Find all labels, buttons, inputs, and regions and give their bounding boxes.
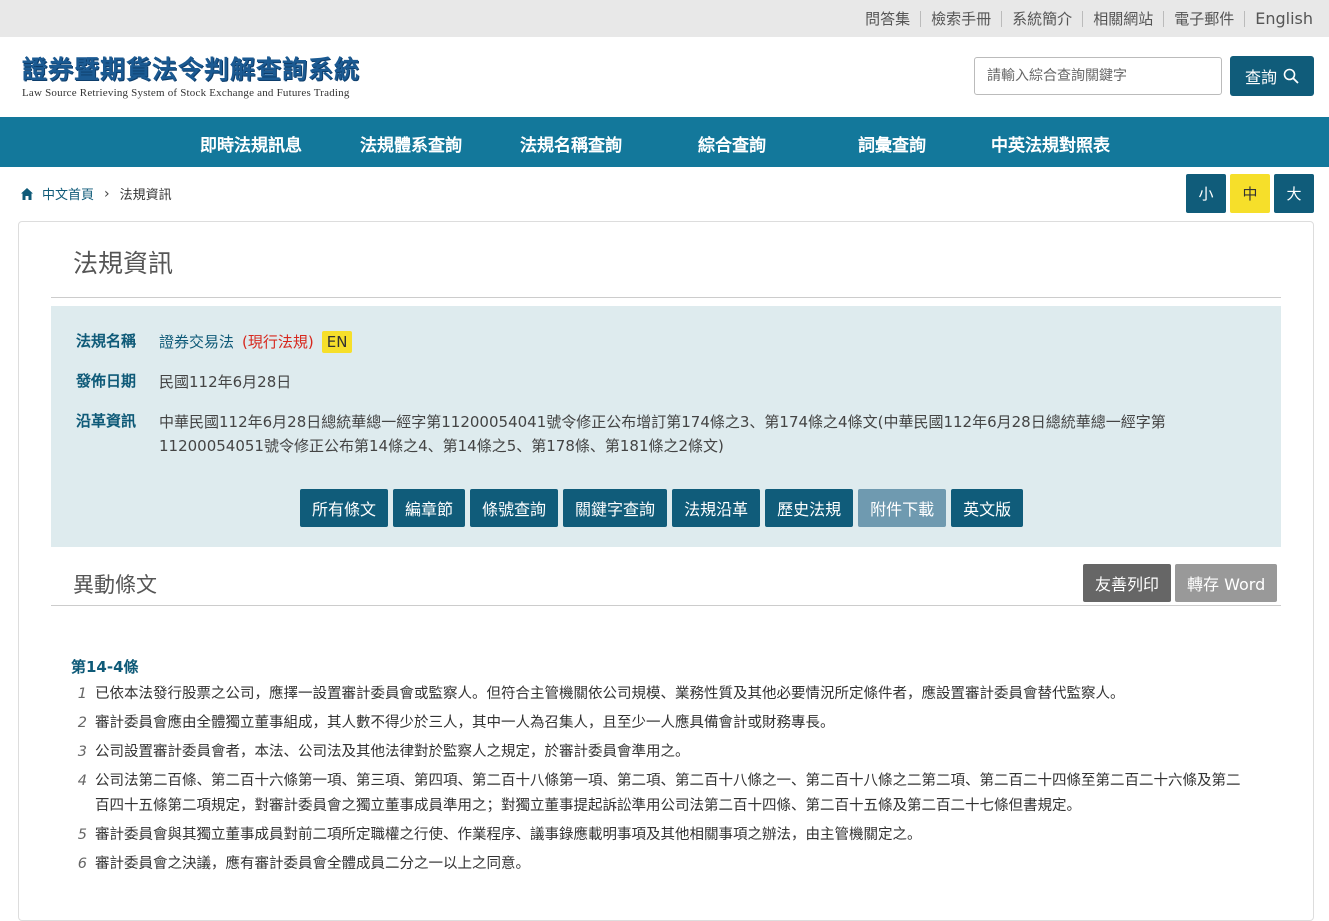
- law-name-label: 法規名稱: [76, 332, 137, 350]
- clause-text: 公司法第二百條、第二百十六條第一項、第三項、第四項、第二百十八條第一項、第二項、…: [95, 773, 1241, 814]
- law-date-value: 民國112年6月28日: [159, 373, 292, 391]
- tab-english[interactable]: 英文版: [951, 489, 1024, 527]
- print-button[interactable]: 友善列印: [1083, 564, 1172, 602]
- law-name-value: 證券交易法 (現行法規) EN: [159, 330, 353, 354]
- clause-number: 3: [77, 744, 87, 760]
- law-date-row: 發佈日期 民國112年6月28日: [76, 370, 291, 394]
- law-status: (現行法規): [242, 333, 314, 351]
- law-history-value: 中華民國112年6月28日總統華總一經字第11200054041號令修正公布增訂…: [159, 413, 1166, 455]
- clause-item: 3 公司設置審計委員會者，本法、公司法及其他法律對於監察人之規定，於審計委員會準…: [71, 740, 1251, 765]
- tab-attachments[interactable]: 附件下載: [858, 489, 947, 527]
- topbar-link-english[interactable]: English: [1245, 10, 1313, 27]
- law-history-row: 沿革資訊 中華民國112年6月28日總統華總一經字第11200054041號令修…: [76, 410, 1226, 458]
- english-version-badge[interactable]: EN: [321, 331, 353, 353]
- divider: [51, 605, 1281, 606]
- search-icon: [1283, 68, 1299, 84]
- clause-item: 1 已依本法發行股票之公司，應擇一設置審計委員會或監察人。但符合主管機關依公司規…: [71, 682, 1251, 707]
- law-date-label: 發佈日期: [76, 372, 137, 390]
- site-title: 證券暨期貨法令判解查詢系統: [22, 55, 361, 84]
- clause-item: 6 審計委員會之決議，應有審計委員會全體成員二分之一以上之同意。: [71, 852, 1251, 877]
- nav-item-latest[interactable]: 即時法規訊息: [200, 131, 302, 156]
- nav-item-name[interactable]: 法規名稱查詢: [520, 131, 622, 156]
- topbar-link-faq[interactable]: 問答集: [855, 10, 922, 27]
- tab-keyword-search[interactable]: 關鍵字查詢: [563, 489, 668, 527]
- search-button-label: 查詢: [1244, 68, 1277, 87]
- topbar-link-manual[interactable]: 檢索手冊: [921, 10, 1003, 27]
- breadcrumb: 中文首頁 › 法規資訊: [20, 184, 172, 203]
- clause-item: 5 審計委員會與其獨立董事成員對前二項所定職權之行使、作業程序、議事錄應載明事項…: [71, 823, 1251, 848]
- law-tab-bar: 所有條文 編章節 條號查詢 關鍵字查詢 法規沿革 歷史法規 附件下載 英文版: [300, 489, 1024, 527]
- law-info-panel: 法規名稱 證券交易法 (現行法規) EN 發佈日期 民國112年6月28日 沿革資訊…: [51, 306, 1281, 547]
- clause-text: 審計委員會之決議，應有審計委員會全體成員二分之一以上之同意。: [95, 856, 530, 872]
- tab-past-versions[interactable]: 歷史法規: [765, 489, 854, 527]
- site-logo[interactable]: 證券暨期貨法令判解查詢系統 Law Source Retrieving Syst…: [22, 55, 360, 99]
- topbar-link-intro[interactable]: 系統簡介: [1002, 10, 1084, 27]
- font-size-large-button[interactable]: 大: [1274, 174, 1314, 213]
- top-utility-bar: 問答集 檢索手冊 系統簡介 相關網站 電子郵件 English: [0, 0, 1329, 37]
- breadcrumb-current: 法規資訊: [119, 188, 172, 203]
- law-name-link[interactable]: 證券交易法: [159, 333, 234, 351]
- divider: [51, 297, 1281, 298]
- tab-all-articles[interactable]: 所有條文: [300, 489, 389, 527]
- export-word-button[interactable]: 轉存 Word: [1175, 564, 1278, 602]
- clause-text: 審計委員會與其獨立董事成員對前二項所定職權之行使、作業程序、議事錄應載明事項及其…: [95, 827, 922, 843]
- law-history-label: 沿革資訊: [76, 412, 137, 430]
- clause-number: 5: [77, 827, 87, 843]
- nav-item-combined[interactable]: 綜合查詢: [698, 131, 766, 156]
- law-name-row: 法規名稱 證券交易法 (現行法規) EN: [76, 330, 353, 354]
- topbar-link-related[interactable]: 相關網站: [1083, 10, 1165, 27]
- clause-number: 4: [77, 773, 87, 789]
- font-size-switcher: 小 中 大: [1186, 174, 1314, 213]
- main-nav: 即時法規訊息 法規體系查詢 法規名稱查詢 綜合查詢 詞彙查詢 中英法規對照表: [0, 117, 1329, 167]
- content-card: 法規資訊 法規名稱 證券交易法 (現行法規) EN 發佈日期 民國112年6月28日…: [18, 221, 1314, 921]
- clause-text: 審計委員會應由全體獨立董事組成，其人數不得少於三人，其中一人為召集人，且至少一人…: [95, 715, 835, 731]
- tab-article-search[interactable]: 條號查詢: [470, 489, 559, 527]
- home-icon: [21, 187, 33, 200]
- tab-history[interactable]: 法規沿革: [672, 489, 761, 527]
- nav-item-bilingual[interactable]: 中英法規對照表: [991, 131, 1110, 156]
- page-title: 法規資訊: [73, 249, 174, 278]
- breadcrumb-home[interactable]: 中文首頁: [42, 184, 94, 203]
- article-number: 第14-4條: [71, 658, 139, 676]
- clause-text: 公司設置審計委員會者，本法、公司法及其他法律對於監察人之規定，於審計委員會準用之…: [95, 744, 690, 760]
- chevron-right-icon: ›: [104, 185, 110, 202]
- font-size-medium-button[interactable]: 中: [1230, 174, 1270, 213]
- nav-item-system[interactable]: 法規體系查詢: [360, 131, 462, 156]
- clause-number: 2: [77, 715, 87, 731]
- clause-item: 4 公司法第二百條、第二百十六條第一項、第三項、第四項、第二百十八條第一項、第二…: [71, 769, 1251, 819]
- search-button[interactable]: 查詢: [1230, 56, 1314, 96]
- search-input[interactable]: [974, 57, 1222, 95]
- clause-text: 已依本法發行股票之公司，應擇一設置審計委員會或監察人。但符合主管機關依公司規模、…: [95, 686, 1125, 702]
- clause-number: 1: [77, 686, 87, 702]
- clause-item: 2 審計委員會應由全體獨立董事組成，其人數不得少於三人，其中一人為召集人，且至少…: [71, 711, 1251, 736]
- section-actions: 友善列印 轉存 Word: [1083, 564, 1278, 602]
- font-size-small-button[interactable]: 小: [1186, 174, 1226, 213]
- topbar-link-email[interactable]: 電子郵件: [1164, 10, 1246, 27]
- clause-number: 6: [77, 856, 87, 872]
- site-subtitle: Law Source Retrieving System of Stock Ex…: [22, 87, 350, 99]
- article-clauses: 1 已依本法發行股票之公司，應擇一設置審計委員會或監察人。但符合主管機關依公司規…: [71, 682, 1251, 881]
- nav-item-glossary[interactable]: 詞彙查詢: [858, 131, 926, 156]
- section-title: 異動條文: [73, 573, 157, 597]
- tab-chapters[interactable]: 編章節: [393, 489, 466, 527]
